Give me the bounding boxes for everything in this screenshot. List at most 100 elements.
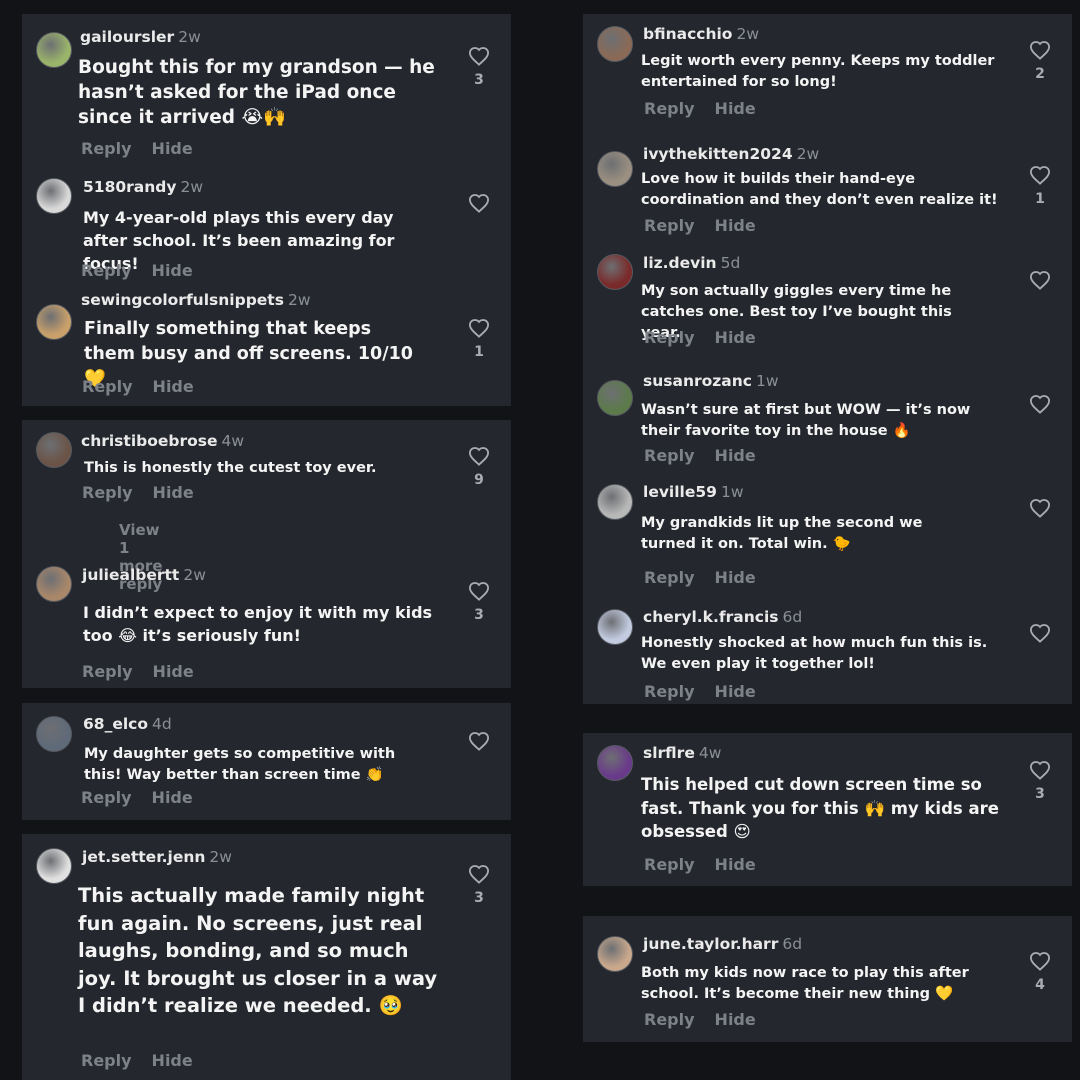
heart-icon[interactable] xyxy=(468,864,490,884)
timestamp: 1w xyxy=(755,372,779,390)
reply-button[interactable]: Reply xyxy=(81,139,132,158)
comment-actions: Reply Hide xyxy=(644,216,756,235)
reply-button[interactable]: Reply xyxy=(82,377,133,396)
reply-button[interactable]: Reply xyxy=(644,568,695,587)
heart-icon[interactable] xyxy=(1029,270,1051,290)
avatar[interactable] xyxy=(597,745,633,781)
avatar[interactable] xyxy=(597,254,633,290)
like-control[interactable]: 2 xyxy=(1025,40,1055,82)
avatar[interactable] xyxy=(597,26,633,62)
like-control[interactable] xyxy=(1025,623,1055,665)
comment-text: Love how it builds their hand-eye coordi… xyxy=(641,171,998,208)
like-control[interactable] xyxy=(1025,394,1055,436)
username[interactable]: liz.devin xyxy=(643,254,717,272)
timestamp: 5d xyxy=(720,254,741,272)
heart-icon[interactable] xyxy=(1029,951,1051,971)
like-control[interactable]: 1 xyxy=(1025,165,1055,207)
like-control[interactable]: 9 xyxy=(464,446,494,488)
reply-button[interactable]: Reply xyxy=(644,1010,695,1029)
username[interactable]: susanrozanc xyxy=(643,372,752,390)
reply-button[interactable]: Reply xyxy=(644,446,695,465)
username[interactable]: cheryl.k.francis xyxy=(643,608,779,626)
comment-actions: Reply Hide xyxy=(644,328,756,347)
hide-button[interactable]: Hide xyxy=(152,139,193,158)
hide-button[interactable]: Hide xyxy=(715,568,756,587)
reply-button[interactable]: Reply xyxy=(82,662,133,681)
heart-icon[interactable] xyxy=(1029,623,1051,643)
comment-text: Both my kids now race to play this after… xyxy=(641,965,969,1002)
heart-icon[interactable] xyxy=(1029,760,1051,780)
avatar[interactable] xyxy=(36,716,72,752)
heart-icon[interactable] xyxy=(468,318,490,338)
username[interactable]: sewingcolorfulsnippets xyxy=(81,291,284,309)
username[interactable]: june.taylor.harr xyxy=(643,935,778,953)
hide-button[interactable]: Hide xyxy=(153,662,194,681)
heart-icon[interactable] xyxy=(1029,498,1051,518)
timestamp: 2w xyxy=(183,566,206,584)
reply-button[interactable]: Reply xyxy=(82,483,133,502)
hide-button[interactable]: Hide xyxy=(153,483,194,502)
avatar[interactable] xyxy=(597,484,633,520)
reply-button[interactable]: Reply xyxy=(81,788,132,807)
heart-icon[interactable] xyxy=(468,581,490,601)
username[interactable]: gailoursler xyxy=(80,28,174,46)
avatar[interactable] xyxy=(597,936,633,972)
like-control[interactable]: 3 xyxy=(464,864,494,906)
hide-button[interactable]: Hide xyxy=(152,788,193,807)
avatar[interactable] xyxy=(597,609,633,645)
username[interactable]: leville59 xyxy=(643,483,717,501)
like-control[interactable]: 1 xyxy=(464,318,494,360)
heart-icon[interactable] xyxy=(1029,394,1051,414)
heart-icon[interactable] xyxy=(1029,40,1051,60)
hide-button[interactable]: Hide xyxy=(715,855,756,874)
like-control[interactable]: 3 xyxy=(464,46,494,88)
reply-button[interactable]: Reply xyxy=(644,682,695,701)
avatar[interactable] xyxy=(36,566,72,602)
avatar[interactable] xyxy=(36,178,72,214)
like-control[interactable]: 4 xyxy=(1025,951,1055,993)
like-control[interactable] xyxy=(464,193,494,235)
avatar[interactable] xyxy=(597,380,633,416)
avatar[interactable] xyxy=(36,304,72,340)
avatar[interactable] xyxy=(597,151,633,187)
hide-button[interactable]: Hide xyxy=(715,446,756,465)
like-control[interactable] xyxy=(1025,270,1055,312)
hide-button[interactable]: Hide xyxy=(715,1010,756,1029)
avatar[interactable] xyxy=(36,32,72,68)
like-count: 3 xyxy=(474,890,484,906)
username[interactable]: bfinacchio xyxy=(643,25,732,43)
like-control[interactable]: 3 xyxy=(1025,760,1055,802)
username[interactable]: juliealbertt xyxy=(82,566,179,584)
reply-button[interactable]: Reply xyxy=(81,261,132,280)
hide-button[interactable]: Hide xyxy=(715,328,756,347)
like-control[interactable] xyxy=(464,731,494,773)
hide-button[interactable]: Hide xyxy=(152,261,193,280)
reply-button[interactable]: Reply xyxy=(644,99,695,118)
username[interactable]: ivythekitten2024 xyxy=(643,145,793,163)
username[interactable]: slrflre xyxy=(643,744,695,762)
reply-button[interactable]: Reply xyxy=(81,1051,132,1070)
heart-icon[interactable] xyxy=(468,731,490,751)
heart-icon[interactable] xyxy=(468,46,490,66)
reply-button[interactable]: Reply xyxy=(644,855,695,874)
hide-button[interactable]: Hide xyxy=(715,682,756,701)
heart-icon[interactable] xyxy=(468,446,490,466)
hide-button[interactable]: Hide xyxy=(715,99,756,118)
hide-button[interactable]: Hide xyxy=(152,1051,193,1070)
like-control[interactable]: 3 xyxy=(464,581,494,623)
comment-actions: Reply Hide xyxy=(644,446,756,465)
like-control[interactable] xyxy=(1025,498,1055,540)
heart-icon[interactable] xyxy=(468,193,490,213)
username[interactable]: christiboebrose xyxy=(81,432,218,450)
hide-button[interactable]: Hide xyxy=(153,377,194,396)
comment-text: My grandkids lit up the second we turned… xyxy=(641,515,923,552)
reply-button[interactable]: Reply xyxy=(644,216,695,235)
username[interactable]: jet.setter.jenn xyxy=(82,848,205,866)
username[interactable]: 68_elco xyxy=(83,715,148,733)
reply-button[interactable]: Reply xyxy=(644,328,695,347)
avatar[interactable] xyxy=(36,848,72,884)
username[interactable]: 5180randy xyxy=(83,178,176,196)
hide-button[interactable]: Hide xyxy=(715,216,756,235)
avatar[interactable] xyxy=(36,432,72,468)
heart-icon[interactable] xyxy=(1029,165,1051,185)
